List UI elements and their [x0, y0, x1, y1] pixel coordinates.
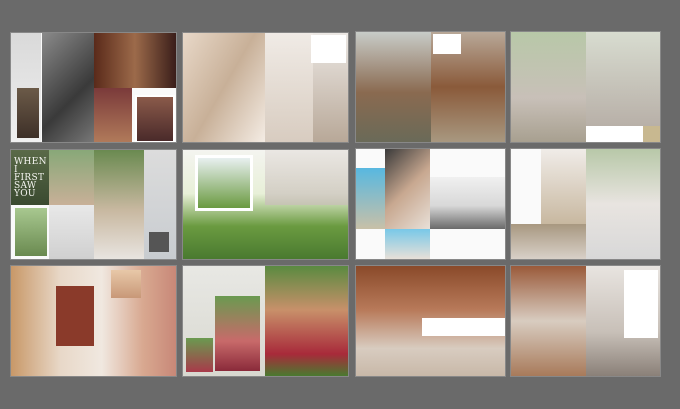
photo — [511, 266, 586, 376]
album-spread-12[interactable] — [511, 266, 660, 376]
photo — [42, 33, 94, 142]
text-block — [311, 35, 346, 63]
album-spread-7[interactable] — [356, 149, 505, 259]
photo — [643, 126, 660, 142]
album-spread-11[interactable] — [356, 266, 505, 376]
text-block — [586, 126, 643, 142]
photo — [541, 149, 586, 224]
album-spread-4[interactable] — [511, 32, 660, 142]
album-heading: WHEN I FIRST SAW YOU — [14, 157, 47, 199]
logo-box — [149, 232, 169, 252]
photo — [111, 270, 141, 298]
photo — [183, 33, 265, 142]
album-spread-2[interactable] — [183, 33, 348, 142]
album-spread-3[interactable] — [356, 32, 505, 142]
photo — [265, 266, 348, 376]
photo — [511, 224, 586, 259]
photo — [385, 149, 430, 229]
photo — [186, 338, 213, 372]
photo — [356, 168, 385, 229]
photo — [195, 155, 253, 211]
photo — [356, 32, 431, 142]
photo — [15, 208, 47, 256]
album-spread-10[interactable] — [183, 266, 348, 376]
photo — [430, 177, 505, 229]
album-spread-5[interactable]: WHEN I FIRST SAW YOU — [11, 150, 176, 259]
album-spread-8[interactable] — [511, 149, 660, 259]
photo — [511, 32, 586, 142]
album-spread-1[interactable] — [11, 33, 176, 142]
photo — [385, 229, 430, 259]
text-block — [433, 34, 461, 54]
photo — [94, 150, 144, 259]
photo — [56, 286, 94, 346]
photo — [17, 88, 39, 138]
photo — [94, 88, 132, 142]
photo — [135, 95, 175, 142]
photo — [586, 32, 660, 126]
photo — [586, 149, 660, 259]
photo — [265, 33, 313, 142]
photo — [265, 150, 348, 205]
photo — [49, 205, 94, 259]
photo — [215, 296, 260, 371]
photo — [49, 150, 94, 205]
album-spread-6[interactable] — [183, 150, 348, 259]
photo — [94, 33, 176, 88]
album-spread-9[interactable] — [11, 266, 176, 376]
text-block — [422, 318, 505, 336]
text-block — [624, 270, 658, 338]
